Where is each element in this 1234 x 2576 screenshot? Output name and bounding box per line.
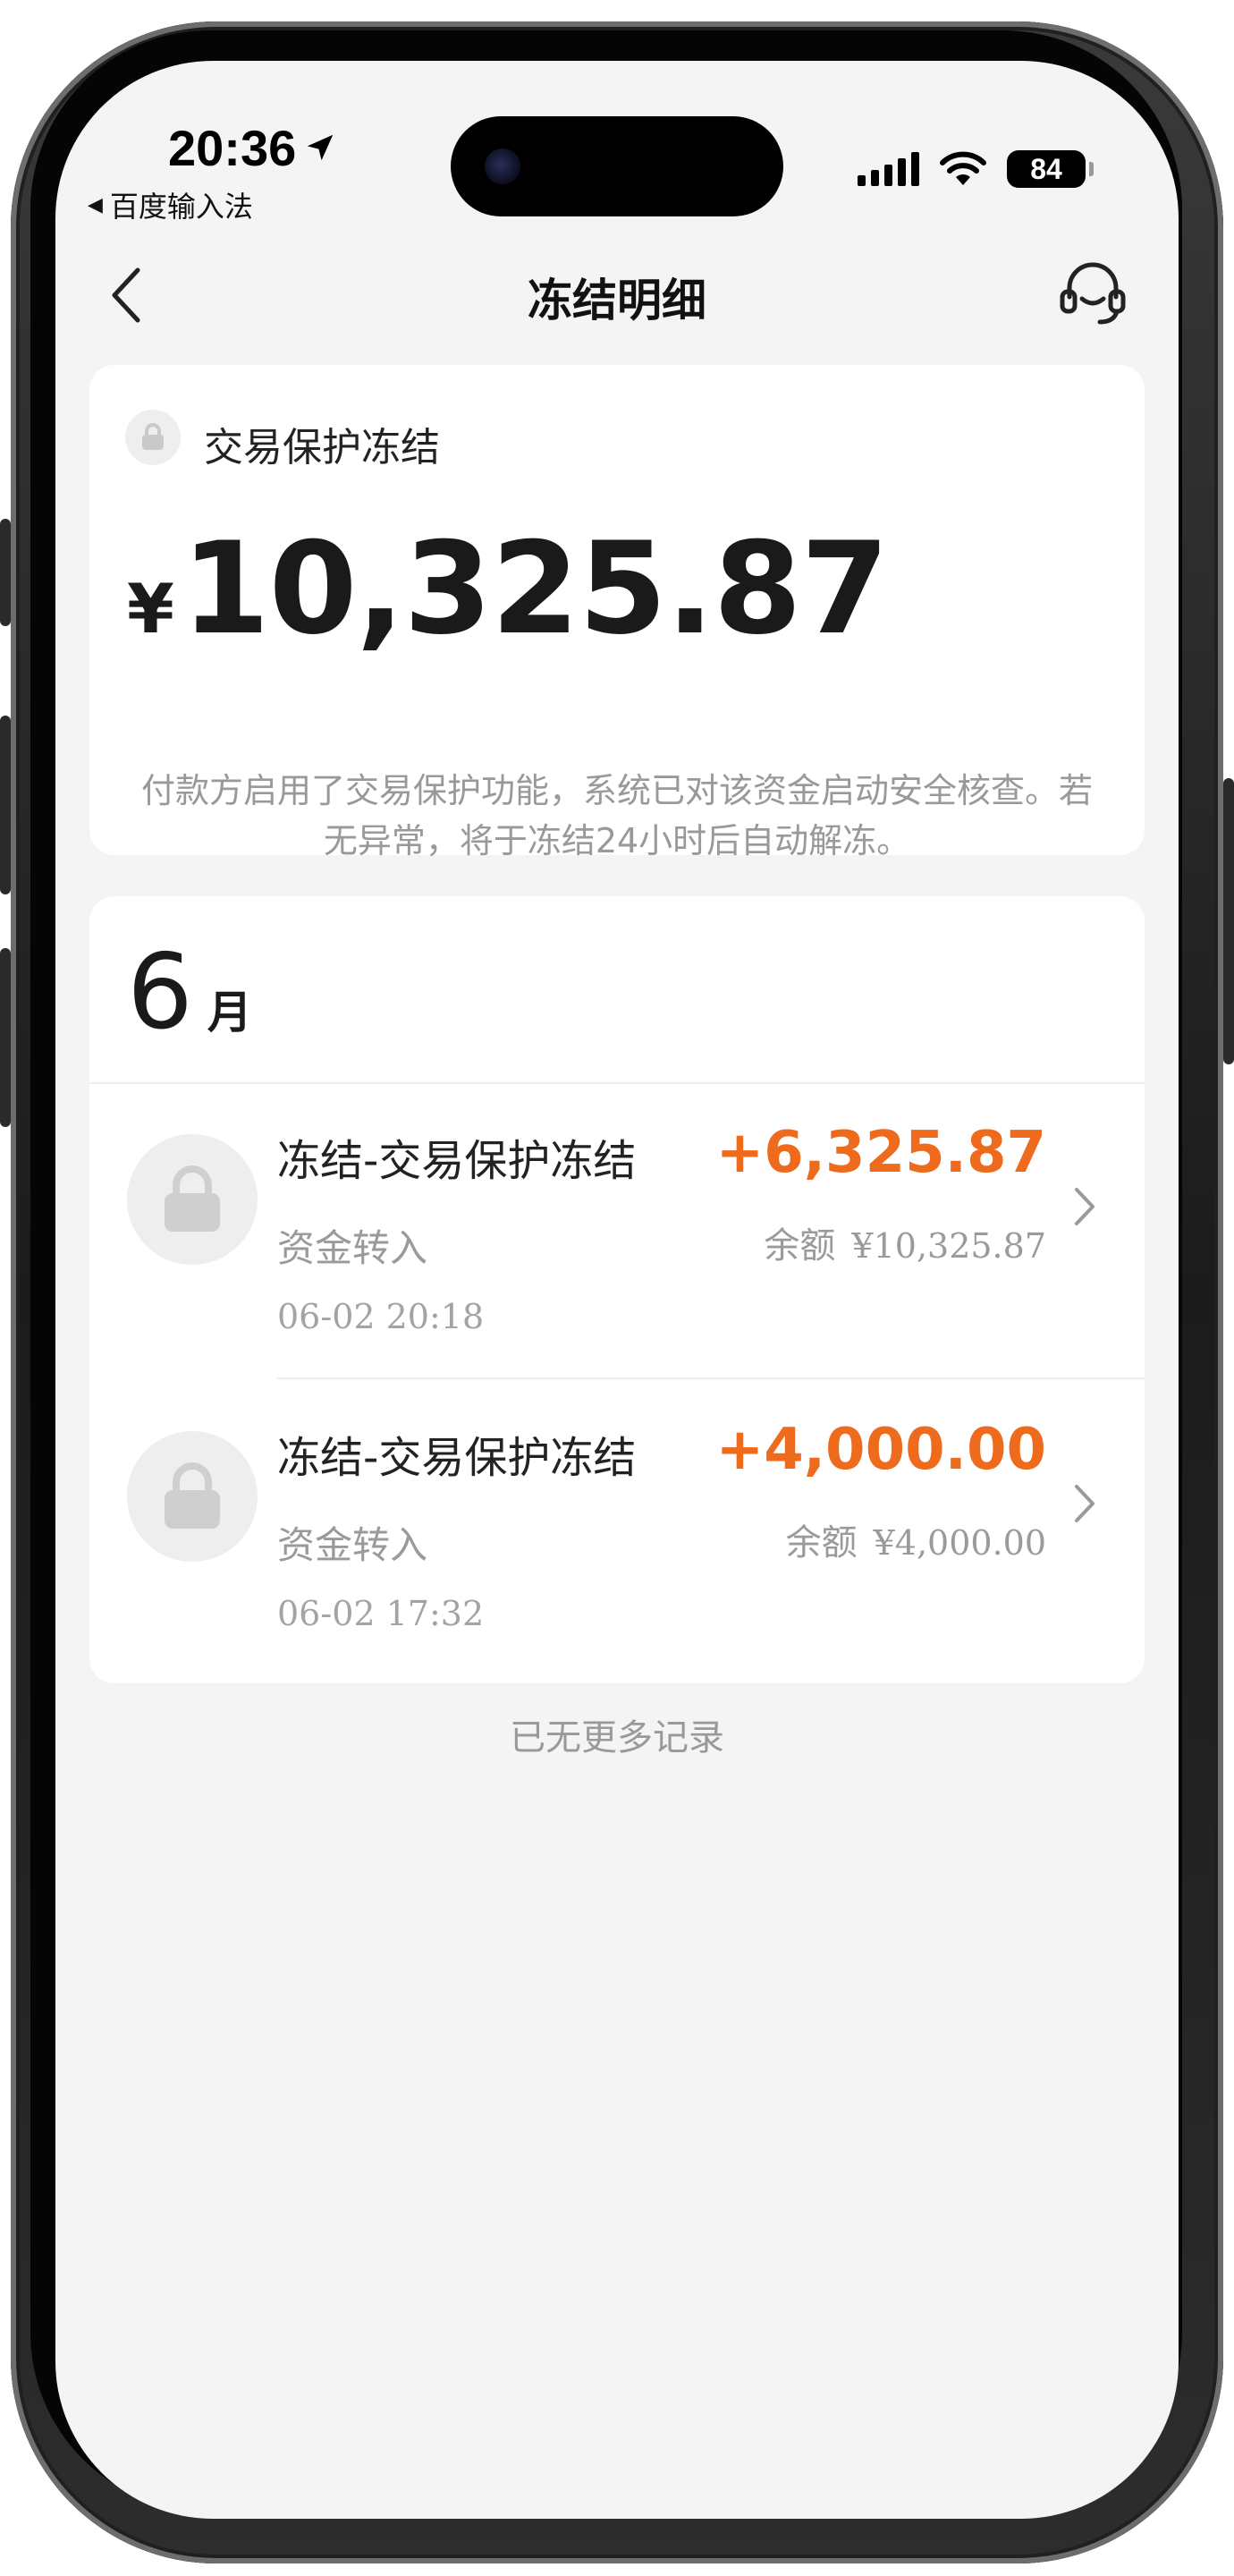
record-amount: +4,000.00: [715, 1417, 1046, 1483]
back-app-label: 百度输入法: [109, 190, 253, 224]
currency-symbol: ¥: [127, 569, 174, 648]
action-button: [0, 519, 11, 626]
record-balance: 余额 ¥10,325.87: [764, 1216, 1046, 1268]
page-title: 冻结明细: [528, 275, 706, 326]
balance-label: 余额: [764, 1225, 836, 1267]
balance-value: ¥10,325.87: [851, 1226, 1046, 1266]
back-to-app-link[interactable]: ◀ 百度输入法: [88, 184, 253, 225]
balance-value: ¥4,000.00: [873, 1523, 1046, 1563]
status-indicators: 84: [858, 150, 1094, 188]
volume-up-button: [0, 716, 11, 894]
power-button: [1223, 778, 1234, 1064]
record-amount: +6,325.87: [715, 1120, 1046, 1186]
lock-icon: [125, 410, 181, 465]
cellular-signal-icon: [858, 152, 919, 186]
status-time-text: 20:36: [168, 119, 297, 176]
month-unit: 月: [207, 987, 252, 1038]
frozen-summary-card: 交易保护冻结 ¥ 10,325.87 付款方启用了交易保护功能，系统已对该资金启…: [89, 365, 1145, 860]
chevron-right-icon: [1075, 1485, 1095, 1522]
lock-icon: [127, 1431, 258, 1562]
record-subtitle: 资金转入: [277, 1226, 428, 1270]
record-subtitle: 资金转入: [277, 1523, 428, 1567]
volume-down-button: [0, 948, 11, 1127]
record-time: 06-02 17:32: [277, 1594, 485, 1633]
month-header: 6 月: [127, 932, 252, 1053]
location-arrow-icon: [307, 134, 334, 161]
divider: [277, 1377, 1145, 1379]
wifi-icon: [940, 151, 986, 185]
chevron-right-icon: [1075, 1188, 1095, 1225]
back-triangle-icon: ◀: [88, 193, 103, 216]
dynamic-island: [451, 116, 783, 216]
frozen-amount-value: 10,325.87: [181, 515, 890, 663]
status-time: 20:36: [168, 116, 337, 179]
record-balance: 余额 ¥4,000.00: [786, 1513, 1046, 1565]
lock-icon: [127, 1134, 258, 1265]
app-screen: 20:36 ◀ 百度输入法 84 冻结明细 交易保护冻结 ¥ 10,325.87…: [55, 61, 1179, 2519]
record-title: 冻结-交易保护冻结: [277, 1433, 637, 1483]
customer-service-icon[interactable]: [1055, 256, 1130, 331]
record-title: 冻结-交易保护冻结: [277, 1136, 637, 1186]
frozen-type-label: 交易保护冻结: [204, 425, 440, 470]
record-row[interactable]: 冻结-交易保护冻结 资金转入 06-02 17:32 +4,000.00 余额 …: [89, 1381, 1145, 1676]
freeze-notice-text: 付款方启用了交易保护功能，系统已对该资金启动安全核查。若无异常，将于冻结24小时…: [140, 771, 1093, 860]
battery-icon: 84: [1007, 150, 1094, 188]
records-card: 6 月 冻结-交易保护冻结 资金转入 06-02 20:18 +6,325.87…: [89, 896, 1145, 1683]
camera-icon: [485, 148, 520, 184]
record-row[interactable]: 冻结-交易保护冻结 资金转入 06-02 20:18 +6,325.87 余额 …: [89, 1084, 1145, 1379]
battery-level: 84: [1030, 152, 1062, 185]
record-time: 06-02 20:18: [277, 1297, 485, 1336]
frozen-total-amount: ¥ 10,325.87: [127, 515, 890, 663]
no-more-records-text: 已无更多记录: [510, 1717, 724, 1758]
balance-label: 余额: [785, 1522, 858, 1563]
month-number: 6: [127, 932, 193, 1053]
